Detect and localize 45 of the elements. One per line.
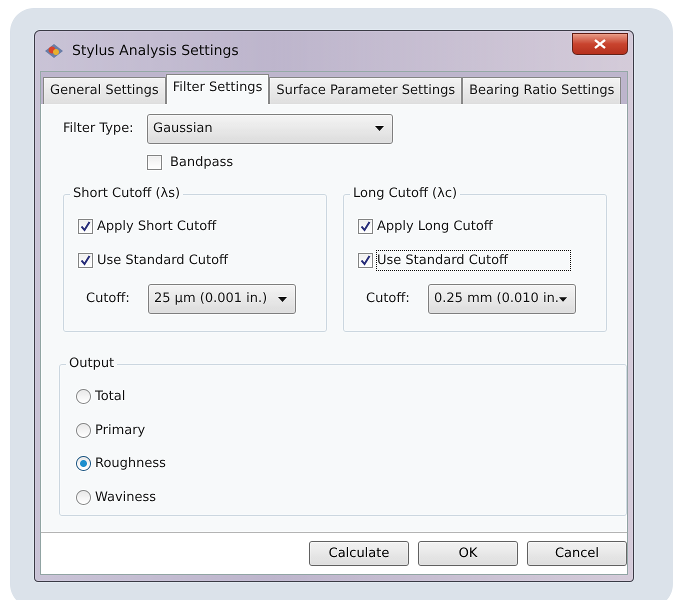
- checkbox-label: Use Standard Cutoff: [97, 252, 228, 270]
- close-icon: [594, 39, 606, 49]
- filter-type-label: Filter Type:: [63, 120, 135, 138]
- check-icon: [360, 254, 371, 266]
- checkbox[interactable]: [358, 252, 373, 268]
- cutoff-label: Cutoff:: [366, 290, 411, 308]
- filter-type-dropdown[interactable]: Gaussian: [147, 114, 393, 144]
- dialog-button[interactable]: OK: [418, 541, 518, 566]
- app-icon: [44, 43, 64, 59]
- window-title: Stylus Analysis Settings: [72, 42, 239, 60]
- tab[interactable]: General Settings: [43, 77, 166, 104]
- radio-label: Total: [95, 388, 126, 406]
- checkbox[interactable]: [358, 219, 373, 234]
- tab[interactable]: Filter Settings: [166, 74, 270, 104]
- radio-button[interactable]: [76, 389, 91, 404]
- cutoff-label: Cutoff:: [86, 290, 131, 308]
- caret-icon: [375, 126, 384, 131]
- check-icon: [80, 221, 91, 232]
- group-label: Long Cutoff (λc): [350, 186, 460, 202]
- checkbox[interactable]: [78, 252, 93, 268]
- cutoff-dropdown[interactable]: 25 µm (0.001 in.): [148, 284, 296, 314]
- caret-icon: [558, 296, 567, 302]
- group-label: Output: [66, 356, 118, 372]
- radio-button[interactable]: [76, 490, 91, 505]
- check-icon: [360, 221, 371, 232]
- caret-icon: [278, 296, 287, 302]
- checkbox[interactable]: [78, 219, 93, 234]
- dialog-button[interactable]: Cancel: [527, 541, 627, 566]
- group-label: Short Cutoff (λs): [70, 186, 184, 202]
- close-button[interactable]: [572, 33, 628, 55]
- radio-button[interactable]: [76, 422, 91, 438]
- radio-label: Roughness: [95, 455, 166, 473]
- check-icon: [80, 254, 91, 266]
- tab[interactable]: Bearing Ratio Settings: [462, 77, 622, 104]
- radio-label: Primary: [95, 422, 146, 440]
- radio-label: Waviness: [95, 488, 156, 506]
- checkbox-label: Bandpass: [170, 154, 234, 172]
- checkbox[interactable]: [147, 154, 162, 170]
- checkbox-label: Use Standard Cutoff: [377, 250, 570, 270]
- checkbox-label: Apply Long Cutoff: [377, 218, 493, 236]
- cutoff-dropdown[interactable]: 0.25 mm (0.010 in.: [428, 284, 576, 314]
- radio-button[interactable]: [76, 456, 91, 472]
- tab[interactable]: Surface Parameter Settings: [269, 77, 462, 104]
- dialog-button[interactable]: Calculate: [309, 541, 409, 566]
- checkbox-label: Apply Short Cutoff: [97, 218, 216, 236]
